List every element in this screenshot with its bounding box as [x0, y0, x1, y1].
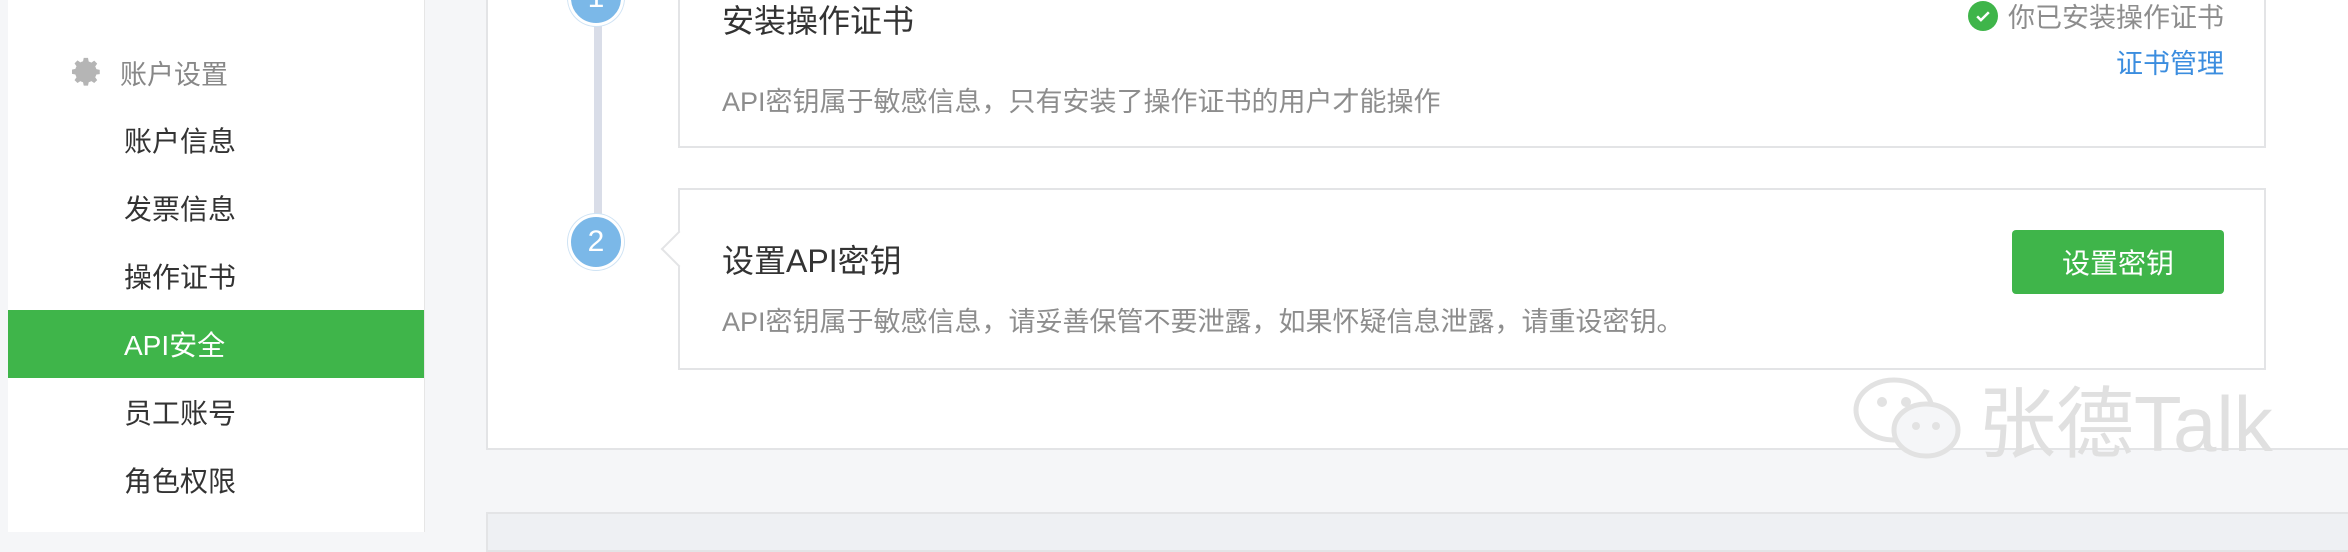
sidebar-item-label: 员工账号 [124, 398, 237, 429]
sidebar-item-staff-accounts[interactable]: 员工账号 [8, 378, 424, 446]
check-circle-icon [1968, 0, 1998, 31]
sidebar-item-label: 操作证书 [124, 262, 237, 293]
sidebar-item-invoice-info[interactable]: 发票信息 [8, 174, 424, 242]
step-2-card: 设置API密钥 API密钥属于敏感信息，请妥善保管不要泄露，如果怀疑信息泄露，请… [660, 188, 2266, 370]
sidebar-item-label: 角色权限 [124, 466, 237, 497]
step-number: 1 [588, 0, 605, 15]
sidebar-group-label: 账户设置 [120, 59, 228, 90]
set-key-button[interactable]: 设置密钥 [2012, 230, 2224, 294]
sidebar-item-api-security[interactable]: API安全 [8, 310, 424, 378]
certificate-status: 你已安装操作证书 [1968, 0, 2224, 35]
sidebar: 账户设置 账户信息 发票信息 操作证书 API安全 员工账号 角色权限 [8, 0, 425, 532]
timeline-line [594, 0, 602, 240]
step-number: 2 [587, 225, 605, 258]
step-2-description: API密钥属于敏感信息，请妥善保管不要泄露，如果怀疑信息泄露，请重设密钥。 [722, 307, 1684, 337]
certificate-status-text: 你已安装操作证书 [2008, 3, 2224, 33]
watermark-text: 张德Talk [1978, 380, 2273, 468]
certificate-management-link[interactable]: 证书管理 [2116, 42, 2224, 81]
step-2-circle: 2 [568, 214, 624, 270]
step-1-title: 安装操作证书 [722, 3, 915, 39]
step-1-card: 安装操作证书 你已安装操作证书 证书管理 API密钥属于敏感信息，只有安装了操作… [678, 0, 2266, 148]
sidebar-item-label: 账户信息 [124, 126, 237, 157]
step-1-description: API密钥属于敏感信息，只有安装了操作证书的用户才能操作 [722, 87, 1441, 117]
sidebar-item-account-info[interactable]: 账户信息 [8, 106, 424, 174]
wechat-logo-icon [1853, 377, 1961, 459]
sidebar-item-label: API安全 [124, 330, 226, 361]
sidebar-item-role-permissions[interactable]: 角色权限 [8, 446, 424, 514]
gear-icon [71, 57, 100, 86]
step-2-title: 设置API密钥 [722, 243, 902, 279]
sidebar-item-operation-certificate[interactable]: 操作证书 [8, 242, 424, 310]
watermark: 张德Talk [1848, 362, 2273, 474]
sidebar-group-account-settings: 账户设置 [70, 50, 228, 94]
next-section-panel [486, 512, 2348, 552]
sidebar-item-label: 发票信息 [124, 194, 237, 225]
